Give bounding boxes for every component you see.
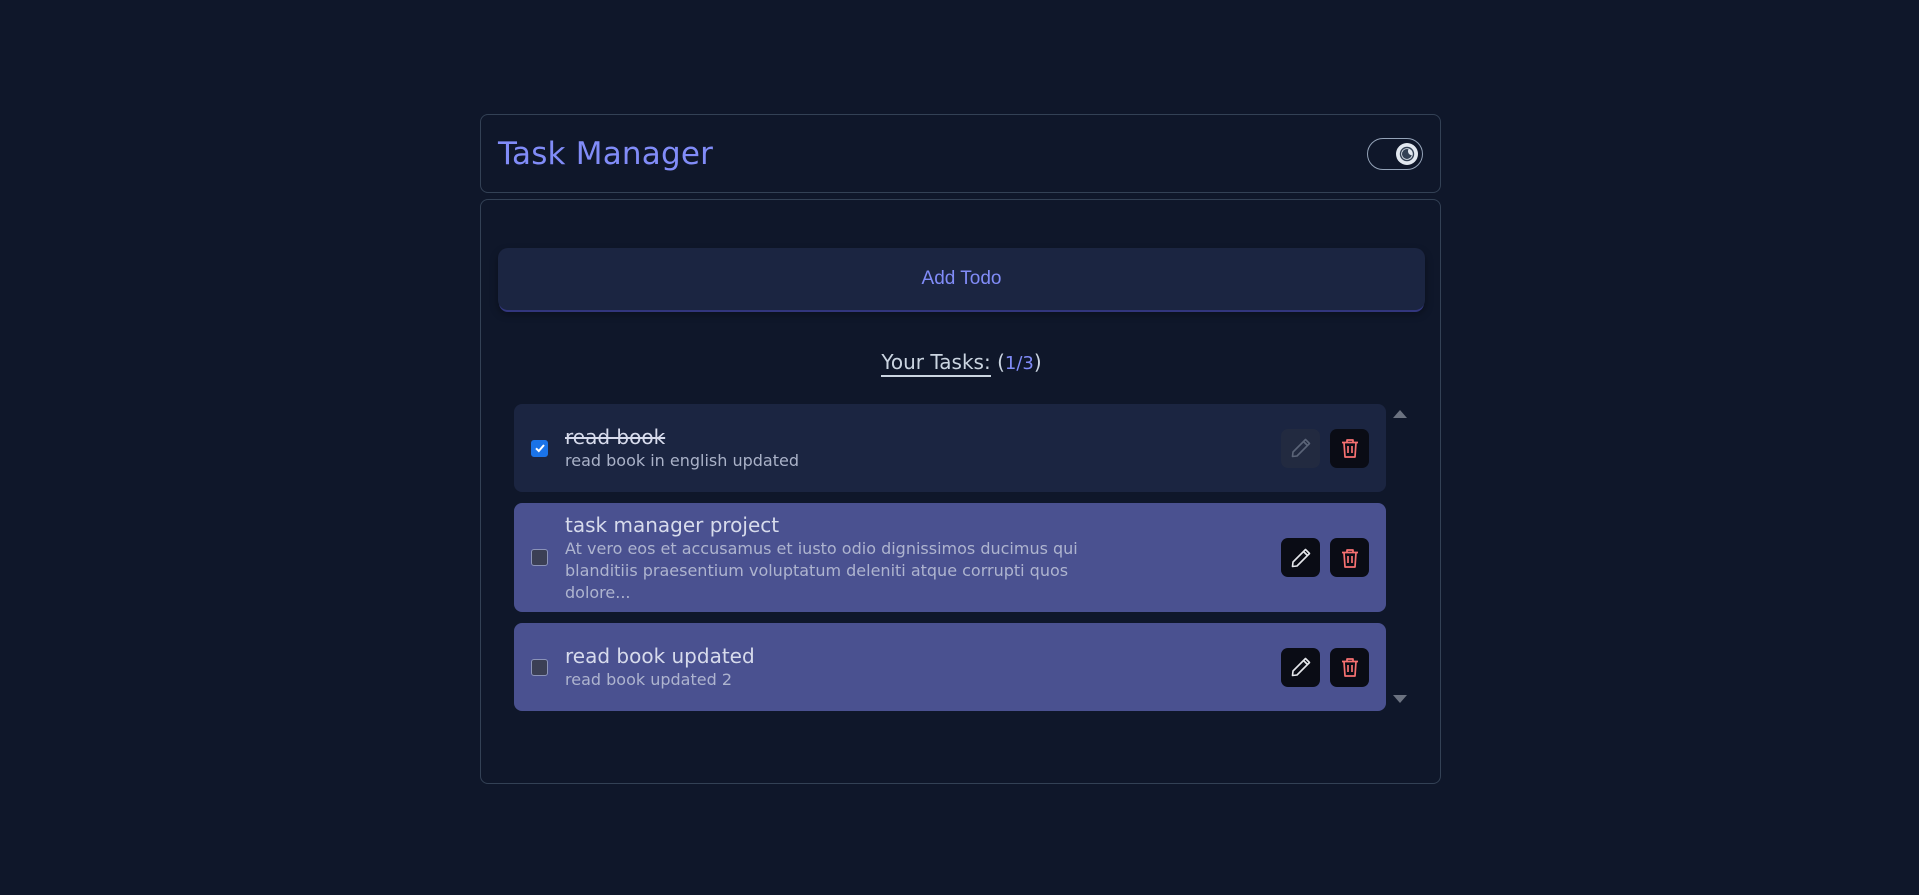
checkmark-icon <box>534 444 545 453</box>
add-todo-button[interactable]: Add Todo <box>498 248 1425 310</box>
task-actions <box>1281 538 1369 577</box>
task-checkbox[interactable] <box>531 658 548 676</box>
task-panel: Add Todo Your Tasks: (1/3) read book rea… <box>480 199 1441 784</box>
edit-button[interactable] <box>1281 538 1320 577</box>
task-item: task manager project At vero eos et accu… <box>514 503 1386 612</box>
task-description: read book in english updated <box>565 451 799 470</box>
delete-button[interactable] <box>1330 647 1369 687</box>
pencil-icon <box>1291 548 1310 567</box>
edit-button[interactable] <box>1281 647 1320 687</box>
task-item: read book updated read book updated 2 <box>514 623 1386 711</box>
delete-button[interactable] <box>1330 538 1369 577</box>
edit-button[interactable] <box>1281 428 1320 468</box>
scroll-down-arrow[interactable] <box>1393 695 1407 703</box>
task-text: read book read book in english updated <box>565 424 1281 472</box>
task-actions <box>1281 647 1369 687</box>
task-item: read book read book in english updated <box>514 404 1386 492</box>
theme-toggle[interactable] <box>1367 137 1423 170</box>
delete-button[interactable] <box>1330 428 1369 468</box>
pencil-icon <box>1291 657 1310 677</box>
app-title: Task Manager <box>498 135 714 172</box>
task-checkbox[interactable] <box>531 439 548 457</box>
task-description: read book updated 2 <box>565 670 732 689</box>
tasks-heading-label: Your Tasks: <box>881 350 991 377</box>
trash-icon <box>1341 439 1358 458</box>
task-checkbox[interactable] <box>531 549 548 566</box>
task-title: task manager project <box>565 512 780 537</box>
toggle-knob <box>1396 142 1418 165</box>
task-title: read book <box>565 425 666 449</box>
trash-icon <box>1341 548 1358 568</box>
scroll-up-arrow[interactable] <box>1393 410 1407 418</box>
task-description: At vero eos et accusamus et iusto odio d… <box>565 538 1078 602</box>
tasks-heading: Your Tasks: (1/3) <box>481 350 1442 377</box>
task-title: read book updated <box>565 644 755 668</box>
app-header: Task Manager <box>480 114 1441 193</box>
trash-icon <box>1341 658 1358 677</box>
tasks-count-open-paren: ( <box>997 350 1005 374</box>
tasks-count-close-paren: ) <box>1033 350 1042 374</box>
moon-icon <box>1399 146 1415 161</box>
task-text: read book updated read book updated 2 <box>565 643 1281 691</box>
pencil-icon <box>1291 438 1310 458</box>
task-text: task manager project At vero eos et accu… <box>565 512 1281 604</box>
task-actions <box>1281 428 1369 468</box>
tasks-count: 1/3 <box>1004 353 1034 374</box>
